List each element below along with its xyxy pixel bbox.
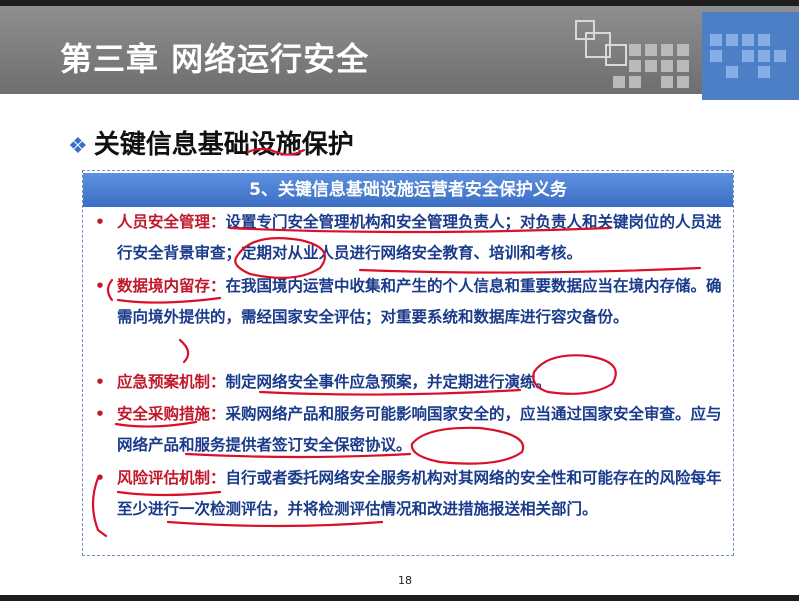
- item-key: 数据境内留存：: [117, 277, 226, 295]
- red-dot-icon: •: [95, 469, 105, 487]
- bottom-window-bar: [0, 595, 799, 601]
- content-panel: 5、关键信息基础设施运营者安全保护义务 • 人员安全管理：设置专门安全管理机构和…: [82, 170, 734, 556]
- slide-title: 第三章 网络运行安全: [60, 40, 370, 78]
- header-blue-block: [702, 12, 799, 100]
- slide-header: 第三章 网络运行安全: [0, 6, 799, 100]
- decorative-squares: [575, 14, 705, 98]
- page-number: 18: [398, 574, 412, 587]
- panel-heading: 5、关键信息基础设施运营者安全保护义务: [83, 173, 733, 207]
- item-key: 安全采购措施：: [117, 405, 226, 423]
- section-heading: ❖ 关键信息基础设施保护: [68, 124, 354, 161]
- red-dot-icon: •: [95, 213, 105, 231]
- item-key: 应急预案机制：: [117, 373, 226, 391]
- item-key: 风险评估机制：: [117, 469, 226, 487]
- red-dot-icon: •: [95, 277, 105, 295]
- red-dot-icon: •: [95, 405, 105, 423]
- section-heading-text: 关键信息基础设施保护: [93, 130, 354, 160]
- item-key: 人员安全管理：: [117, 213, 226, 231]
- item-text: 制定网络安全事件应急预案，并定期进行演练。: [225, 373, 552, 391]
- diamond-cluster-icon: ❖: [68, 134, 88, 159]
- red-dot-icon: •: [95, 373, 105, 391]
